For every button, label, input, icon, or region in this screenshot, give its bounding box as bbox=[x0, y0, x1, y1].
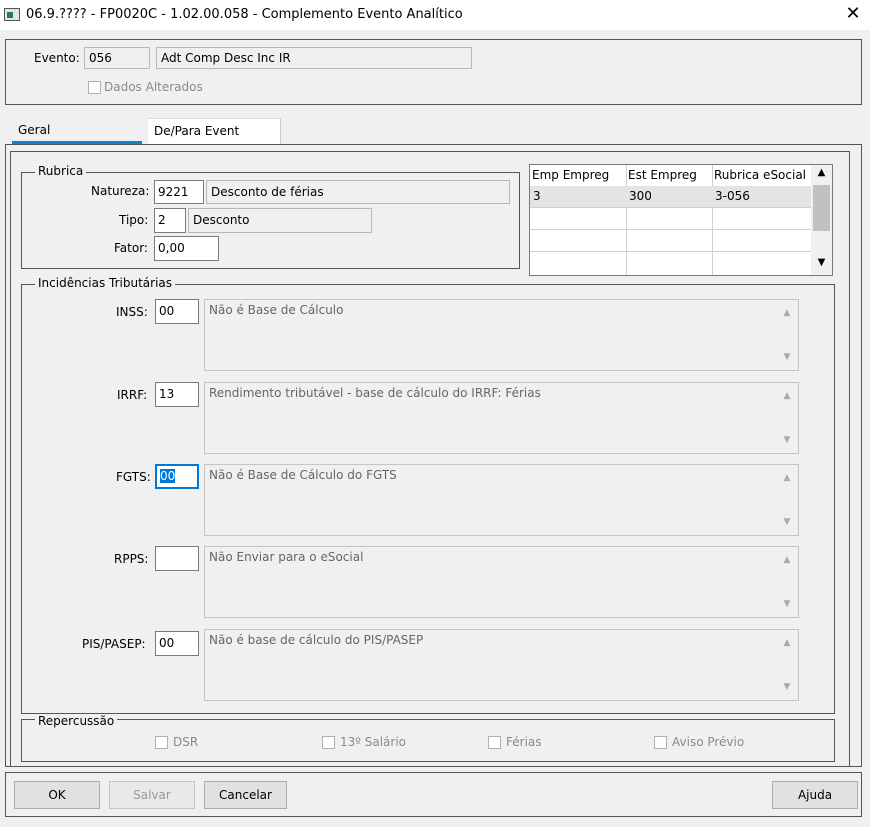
ferias-checkbox[interactable] bbox=[488, 736, 501, 749]
pis-pasep-desc-text: Não é base de cálculo do PIS/PASEP bbox=[209, 633, 424, 647]
salvar-button[interactable]: Salvar bbox=[109, 781, 195, 809]
inss-label: INSS: bbox=[116, 305, 148, 319]
inss-desc-memo: Não é Base de Cálculo ▲ ▼ bbox=[204, 299, 799, 371]
chevron-up-icon[interactable]: ▲ bbox=[780, 553, 794, 567]
grid-scroll-thumb[interactable] bbox=[813, 185, 830, 231]
chevron-up-icon[interactable]: ▲ bbox=[780, 306, 794, 320]
natureza-input[interactable]: 9221 bbox=[154, 180, 204, 204]
irrf-desc-text: Rendimento tributável - base de cálculo … bbox=[209, 386, 541, 400]
grid-cell: 3 bbox=[533, 189, 541, 203]
incidencias-group-title: Incidências Tributárias bbox=[35, 276, 176, 290]
chevron-down-icon[interactable]: ▼ bbox=[811, 257, 832, 268]
tab-de-para-event[interactable]: De/Para Event bbox=[148, 118, 281, 144]
ajuda-button[interactable]: Ajuda bbox=[772, 781, 858, 809]
app-icon bbox=[4, 8, 20, 21]
pis-pasep-label: PIS/PASEP: bbox=[82, 637, 146, 651]
tab-de-para-label: De/Para Event bbox=[154, 124, 240, 138]
rpps-label: RPPS: bbox=[114, 552, 149, 566]
chevron-down-icon[interactable]: ▼ bbox=[780, 515, 794, 529]
irrf-input[interactable]: 13 bbox=[155, 382, 199, 407]
tipo-label: Tipo: bbox=[119, 213, 149, 227]
tab-geral[interactable]: Geral bbox=[12, 118, 142, 144]
esocial-grid[interactable]: Emp Empreg Est Empreg Rubrica eSocial 3 … bbox=[529, 164, 833, 276]
dsr-checkbox[interactable] bbox=[155, 736, 168, 749]
grid-cell: 3-056 bbox=[715, 189, 750, 203]
rpps-desc-memo: Não Enviar para o eSocial ▲ ▼ bbox=[204, 546, 799, 618]
fator-input[interactable]: 0,00 bbox=[154, 236, 219, 261]
grid-cell: 300 bbox=[629, 189, 652, 203]
irrf-desc-memo: Rendimento tributável - base de cálculo … bbox=[204, 382, 799, 454]
dados-alterados-label: Dados Alterados bbox=[104, 80, 203, 94]
grid-row-selected[interactable]: 3 300 3-056 bbox=[530, 186, 811, 208]
grid-scrollbar[interactable]: ▲ ▼ bbox=[811, 165, 832, 275]
fgts-input[interactable]: 00 bbox=[155, 464, 199, 489]
decimo-terceiro-label: 13º Salário bbox=[340, 735, 407, 749]
aviso-previo-checkbox[interactable] bbox=[654, 736, 667, 749]
rpps-desc-text: Não Enviar para o eSocial bbox=[209, 550, 364, 564]
grid-row[interactable] bbox=[530, 208, 811, 230]
natureza-desc-field: Desconto de férias bbox=[206, 180, 510, 204]
title-bar: 06.9.???? - FP0020C - 1.02.00.058 - Comp… bbox=[0, 0, 870, 30]
rpps-input[interactable] bbox=[155, 546, 199, 571]
chevron-up-icon[interactable]: ▲ bbox=[780, 636, 794, 650]
grid-row[interactable] bbox=[530, 230, 811, 252]
evento-label: Evento: bbox=[34, 51, 80, 65]
grid-row[interactable] bbox=[530, 252, 811, 275]
fator-label: Fator: bbox=[114, 241, 148, 255]
dados-alterados-checkbox[interactable] bbox=[88, 81, 101, 94]
header-panel: Evento: 056 Adt Comp Desc Inc IR Dados A… bbox=[5, 39, 862, 105]
inss-desc-text: Não é Base de Cálculo bbox=[209, 303, 344, 317]
chevron-down-icon[interactable]: ▼ bbox=[780, 433, 794, 447]
dsr-label: DSR bbox=[173, 735, 199, 749]
ferias-label: Férias bbox=[506, 735, 542, 749]
grid-col-rubrica-esocial[interactable]: Rubrica eSocial bbox=[714, 168, 807, 182]
chevron-up-icon[interactable]: ▲ bbox=[780, 389, 794, 403]
fgts-label: FGTS: bbox=[116, 470, 151, 484]
fgts-desc-memo: Não é Base de Cálculo do FGTS ▲ ▼ bbox=[204, 464, 799, 536]
chevron-up-icon[interactable]: ▲ bbox=[780, 471, 794, 485]
fgts-selected-text: 00 bbox=[160, 469, 176, 483]
window-title: 06.9.???? - FP0020C - 1.02.00.058 - Comp… bbox=[26, 7, 463, 22]
tipo-desc-field: Desconto bbox=[188, 208, 372, 233]
evento-code-field: 056 bbox=[84, 47, 150, 69]
evento-desc-field: Adt Comp Desc Inc IR bbox=[156, 47, 472, 69]
ok-button[interactable]: OK bbox=[14, 781, 100, 809]
grid-col-emp-empreg[interactable]: Emp Empreg bbox=[532, 168, 610, 182]
grid-col-est-empreg[interactable]: Est Empreg bbox=[628, 168, 697, 182]
tab-geral-label: Geral bbox=[18, 123, 51, 137]
irrf-label: IRRF: bbox=[117, 388, 148, 402]
aviso-previo-label: Aviso Prévio bbox=[672, 735, 745, 749]
tipo-input[interactable]: 2 bbox=[154, 208, 186, 233]
close-icon[interactable]: ✕ bbox=[842, 3, 864, 25]
chevron-down-icon[interactable]: ▼ bbox=[780, 597, 794, 611]
inss-input[interactable]: 00 bbox=[155, 299, 199, 324]
chevron-down-icon[interactable]: ▼ bbox=[780, 680, 794, 694]
decimo-terceiro-checkbox[interactable] bbox=[322, 736, 335, 749]
repercussao-group-title: Repercussão bbox=[35, 714, 118, 728]
chevron-up-icon[interactable]: ▲ bbox=[811, 167, 832, 178]
pis-pasep-desc-memo: Não é base de cálculo do PIS/PASEP ▲ ▼ bbox=[204, 629, 799, 701]
pis-pasep-input[interactable]: 00 bbox=[155, 631, 199, 656]
fgts-desc-text: Não é Base de Cálculo do FGTS bbox=[209, 468, 397, 482]
cancelar-button[interactable]: Cancelar bbox=[204, 781, 287, 809]
natureza-label: Natureza: bbox=[91, 184, 150, 198]
chevron-down-icon[interactable]: ▼ bbox=[780, 350, 794, 364]
rubrica-group-title: Rubrica bbox=[35, 164, 87, 178]
